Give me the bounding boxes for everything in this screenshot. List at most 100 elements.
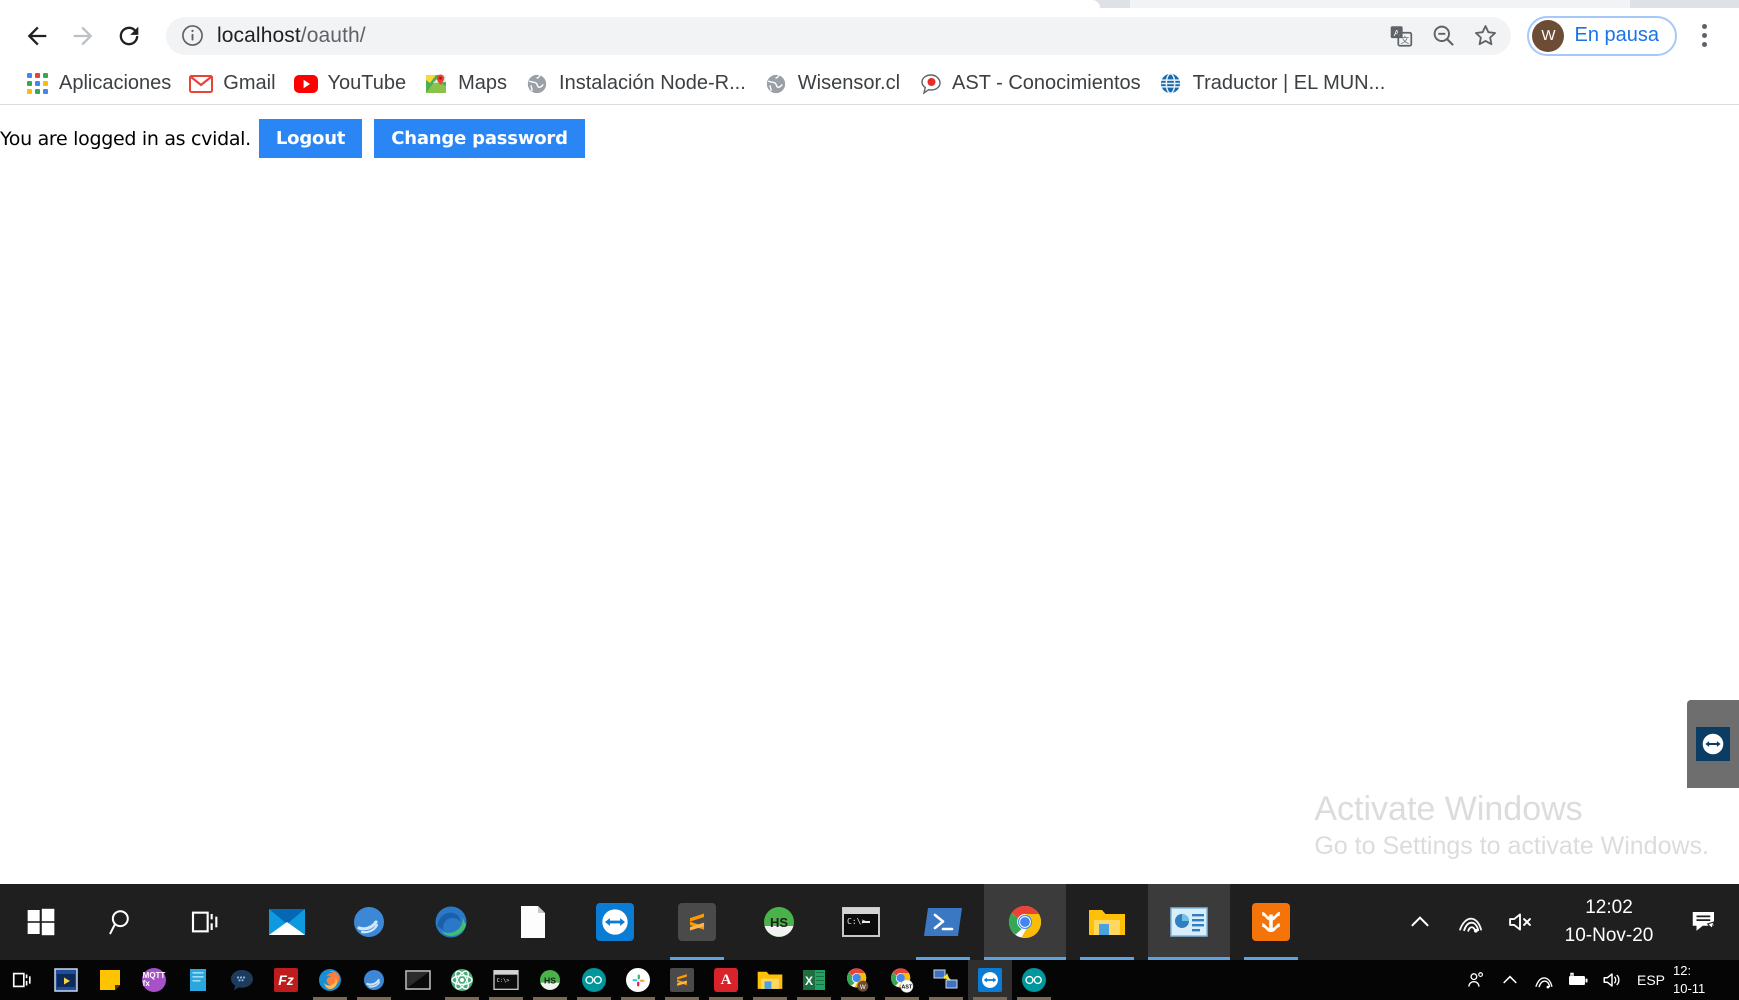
bookmark-aplicaciones[interactable]: Aplicaciones <box>16 67 180 101</box>
action-center-button[interactable] <box>1673 884 1735 960</box>
svg-text:HS: HS <box>770 915 788 930</box>
ast-speech-icon <box>918 72 942 96</box>
taskbar2-item-chrome-ast[interactable]: AST <box>880 960 924 1000</box>
volume-icon[interactable] <box>1595 960 1629 1000</box>
taskbar2-item-slack[interactable] <box>616 960 660 1000</box>
taskbar2-item-task-view[interactable] <box>0 960 44 1000</box>
wifi-icon[interactable] <box>1445 884 1495 960</box>
bookmark-gmail[interactable]: Gmail <box>180 67 284 101</box>
svg-text:C:\>: C:\> <box>497 978 510 984</box>
taskbar-item-file-explorer[interactable] <box>1066 884 1148 960</box>
taskbar-item-powershell[interactable] <box>902 884 984 960</box>
login-status-message: You are logged in as cvidal. <box>0 127 251 150</box>
taskbar2-item-acrobat-reader[interactable]: A <box>704 960 748 1000</box>
chevron-up-icon[interactable] <box>1493 960 1527 1000</box>
slack-icon <box>626 968 650 992</box>
volume-muted-icon[interactable] <box>1495 884 1545 960</box>
maps-icon <box>424 72 448 96</box>
taskbar2-item-terminal[interactable] <box>396 960 440 1000</box>
language-indicator[interactable]: ESP <box>1629 972 1673 988</box>
taskbar-item-xampp[interactable] <box>1230 884 1312 960</box>
remote-taskbar-clock[interactable]: 12: 10-11 <box>1673 960 1737 1000</box>
excel-icon: X <box>801 967 827 993</box>
heidisql-icon: HS <box>758 901 800 943</box>
apps-grid-icon <box>25 72 49 96</box>
media-player-icon <box>53 967 79 993</box>
chrome-menu-button[interactable] <box>1683 15 1725 57</box>
profile-button[interactable]: W En pausa <box>1527 15 1677 56</box>
bookmark-star-icon[interactable] <box>1467 18 1503 54</box>
bookmark-youtube[interactable]: YouTube <box>285 67 416 101</box>
back-button[interactable] <box>14 13 60 59</box>
taskbar2-item-notepad[interactable] <box>176 960 220 1000</box>
bookmark-instalacion-node-red[interactable]: Instalación Node-R... <box>516 67 755 101</box>
browser-toolbar: localhost/oauth/ A 文 W En pausa <box>0 8 1739 63</box>
taskbar2-item-arduino[interactable] <box>572 960 616 1000</box>
chrome-browser-window: localhost/oauth/ A 文 W En pausa Aplicaci… <box>0 0 1739 884</box>
teamviewer-side-dock[interactable] <box>1687 700 1739 788</box>
wifi-icon[interactable] <box>1527 960 1561 1000</box>
powershell-icon <box>922 901 964 943</box>
active-tab[interactable] <box>0 0 1100 8</box>
taskbar-item-start[interactable] <box>0 884 82 960</box>
taskbar-item-chrome[interactable] <box>984 884 1066 960</box>
chevron-up-icon[interactable] <box>1395 884 1445 960</box>
taskbar2-item-filezilla[interactable]: Fz <box>264 960 308 1000</box>
taskbar-item-sublime-text[interactable] <box>656 884 738 960</box>
bookmark-maps[interactable]: Maps <box>415 67 516 101</box>
taskbar2-item-firefox[interactable] <box>308 960 352 1000</box>
reload-button[interactable] <box>106 13 152 59</box>
people-icon[interactable] <box>1459 960 1493 1000</box>
taskbar2-item-command-prompt[interactable]: C:\> <box>484 960 528 1000</box>
forward-button[interactable] <box>60 13 106 59</box>
bookmark-ast-conocimientos[interactable]: AST - Conocimientos <box>909 67 1150 101</box>
site-info-icon[interactable] <box>180 23 205 48</box>
taskbar-item-search[interactable] <box>82 884 164 960</box>
bookmark-traductor-elmundo[interactable]: Traductor | EL MUN... <box>1150 67 1395 101</box>
taskbar-item-heidisql[interactable]: HS <box>738 884 820 960</box>
change-password-button[interactable]: Change password <box>374 119 585 158</box>
taskbar-item-command-prompt[interactable]: C:\> <box>820 884 902 960</box>
teamviewer-icon <box>596 903 634 941</box>
taskbar-item-task-view[interactable] <box>164 884 246 960</box>
taskbar-clock[interactable]: 12:02 10-Nov-20 <box>1545 884 1673 960</box>
bookmark-label: Aplicaciones <box>59 72 172 94</box>
taskbar2-item-remote-desktop[interactable] <box>924 960 968 1000</box>
taskbar2-item-mqttfx[interactable]: MQTT fx <box>132 960 176 1000</box>
taskbar2-item-sticky-note[interactable] <box>88 960 132 1000</box>
logout-button[interactable]: Logout <box>258 119 363 158</box>
svg-text:X: X <box>805 974 813 988</box>
taskbar-item-blue-sphere-app[interactable] <box>328 884 410 960</box>
taskbar2-item-arduino-2[interactable] <box>1012 960 1056 1000</box>
battery-icon[interactable] <box>1561 960 1595 1000</box>
windows-start-icon <box>20 901 62 943</box>
taskbar-item-document[interactable] <box>492 884 574 960</box>
taskbar2-item-chat[interactable] <box>220 960 264 1000</box>
taskbar2-item-media-player[interactable] <box>44 960 88 1000</box>
taskbar2-item-blue-sphere-app[interactable] <box>352 960 396 1000</box>
bookmark-label: YouTube <box>327 72 407 94</box>
taskbar-item-powerpoint[interactable] <box>1148 884 1230 960</box>
sticky-note-icon <box>97 967 123 993</box>
taskbar-item-mail[interactable] <box>246 884 328 960</box>
translate-icon[interactable]: A 文 <box>1383 18 1419 54</box>
taskbar2-item-heidisql[interactable]: HS <box>528 960 572 1000</box>
taskbar2-item-atom[interactable] <box>440 960 484 1000</box>
taskbar2-item-chrome-w[interactable]: W <box>836 960 880 1000</box>
taskbar-item-edge[interactable] <box>410 884 492 960</box>
powerpoint-icon <box>1168 901 1210 943</box>
taskbar2-item-teamviewer[interactable] <box>968 960 1012 1000</box>
teamviewer-icon <box>978 968 1002 992</box>
sublime-text-icon <box>678 903 716 941</box>
address-bar[interactable]: localhost/oauth/ A 文 <box>166 16 1512 55</box>
zoom-out-icon[interactable] <box>1425 18 1461 54</box>
taskbar2-item-excel[interactable]: X <box>792 960 836 1000</box>
bookmark-label: Maps <box>458 72 508 94</box>
taskbar-item-teamviewer[interactable] <box>574 884 656 960</box>
blue-sphere-icon <box>361 967 387 993</box>
taskbar2-item-sublime-text[interactable] <box>660 960 704 1000</box>
task-view-icon <box>184 901 226 943</box>
taskbar2-item-file-explorer[interactable] <box>748 960 792 1000</box>
bookmark-wisensor[interactable]: Wisensor.cl <box>755 67 909 101</box>
heidisql-icon: HS <box>537 967 563 993</box>
